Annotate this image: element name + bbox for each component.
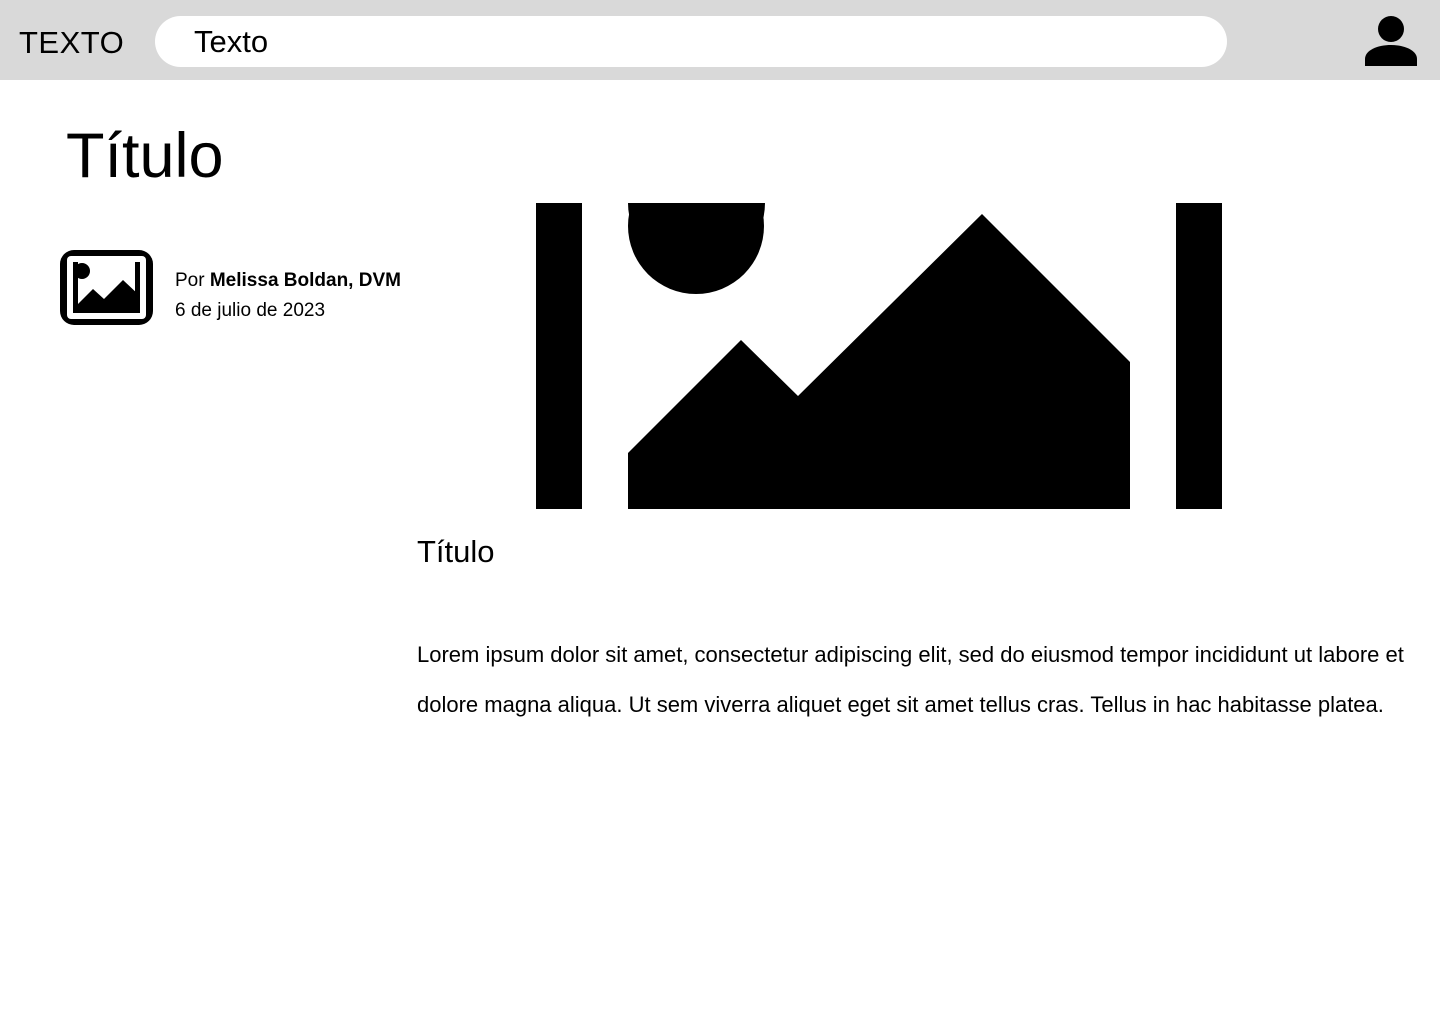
top-bar: TEXTO Texto: [0, 0, 1440, 80]
user-icon[interactable]: [1364, 14, 1418, 68]
image-placeholder-icon: [536, 203, 1222, 509]
page-title: Título: [66, 121, 224, 191]
author-name[interactable]: Melissa Boldan, DVM: [210, 270, 401, 291]
image-icon: [60, 250, 153, 325]
section-title: Título: [417, 534, 495, 569]
byline: Por Melissa Boldan, DVM 6 de julio de 20…: [175, 266, 401, 326]
article-body: Lorem ipsum dolor sit amet, consectetur …: [417, 642, 1404, 717]
publish-date: 6 de julio de 2023: [175, 300, 326, 321]
author-line: Por Melissa Boldan, DVM: [175, 266, 401, 296]
logo-text[interactable]: TEXTO: [19, 25, 124, 61]
author-prefix: Por: [175, 270, 205, 291]
search-input[interactable]: Texto: [155, 16, 1227, 67]
